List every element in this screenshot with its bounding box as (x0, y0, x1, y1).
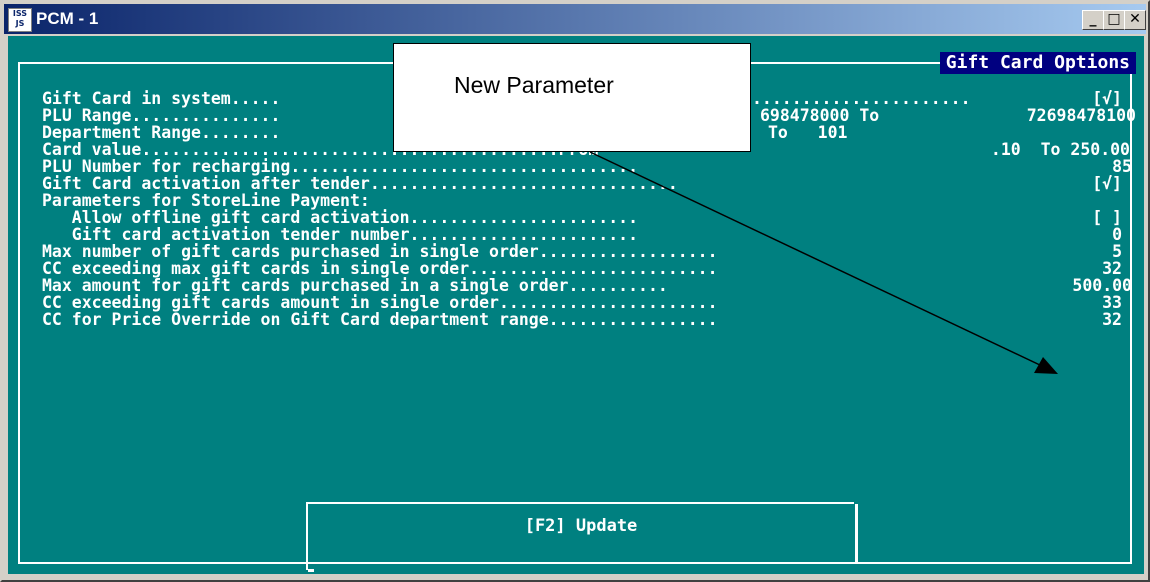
arrow-line (589, 151, 1043, 367)
arrow-head (1034, 357, 1058, 374)
callout-arrow (589, 151, 1058, 374)
